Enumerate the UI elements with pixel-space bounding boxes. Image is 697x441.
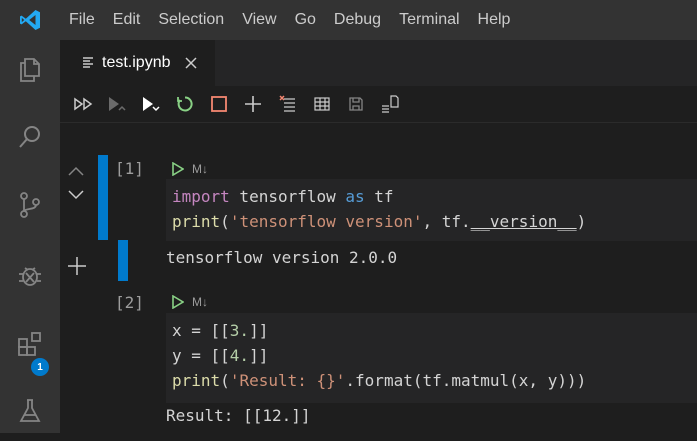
menu-bar: File Edit Selection View Go Debug Termin… [0, 0, 697, 40]
extensions-icon[interactable]: 1 [0, 314, 60, 376]
run-below-icon[interactable] [136, 90, 164, 118]
vscode-logo-icon [0, 0, 60, 40]
markdown-toggle[interactable]: M↓ [192, 295, 208, 309]
tab-title: test.ipynb [102, 54, 171, 71]
restart-kernel-icon[interactable] [171, 90, 199, 118]
cell-output: Result: [[12.]] [166, 406, 311, 425]
flask-icon[interactable] [0, 381, 60, 441]
menu-file[interactable]: File [60, 0, 104, 40]
run-above-icon[interactable] [102, 90, 130, 118]
variables-icon[interactable] [308, 90, 336, 118]
run-all-icon[interactable] [69, 90, 97, 118]
cell-output: tensorflow version 2.0.0 [166, 248, 398, 267]
run-cell-icon[interactable] [172, 295, 184, 309]
code-cell[interactable]: import tensorflow as tf print('tensorflow… [166, 179, 697, 241]
menu-go[interactable]: Go [286, 0, 325, 40]
tab-test-ipynb[interactable]: test.ipynb [60, 40, 215, 86]
notebook-toolbar [60, 86, 697, 123]
code-line: print('Result: {}'.format(tf.matmul(x, y… [172, 371, 587, 390]
notebook-area: [1] M↓ import tensorflow as tf print('ten… [60, 123, 697, 433]
run-cell-icon[interactable] [172, 162, 184, 176]
menu-selection[interactable]: Selection [149, 0, 233, 40]
code-line: y = [[4.]] [172, 346, 269, 365]
add-cell-icon[interactable] [239, 90, 267, 118]
code-line: print('tensorflow version', tf.__version… [172, 212, 587, 231]
clear-outputs-icon[interactable] [274, 90, 302, 118]
execution-count: [2] [115, 293, 144, 312]
menu-view[interactable]: View [233, 0, 285, 40]
cell-down-chevron-icon[interactable] [68, 185, 84, 204]
cell-selection-bar [98, 155, 108, 240]
file-lines-icon [82, 56, 94, 70]
activity-bar: 1 [0, 40, 60, 433]
output-selection-bar [118, 240, 128, 281]
menu-debug[interactable]: Debug [325, 0, 390, 40]
execution-count: [1] [115, 159, 144, 178]
menu-terminal[interactable]: Terminal [390, 0, 468, 40]
cell-toolbar: M↓ [166, 291, 208, 313]
code-line: import tensorflow as tf [172, 187, 394, 206]
menu-edit[interactable]: Edit [104, 0, 150, 40]
close-icon[interactable] [184, 56, 198, 70]
add-cell-plus-icon[interactable] [67, 256, 87, 280]
code-cell[interactable]: x = [[3.]] y = [[4.]] print('Result: {}'.f… [166, 313, 697, 403]
debug-icon[interactable] [0, 245, 60, 305]
code-line: x = [[3.]] [172, 321, 269, 340]
export-icon[interactable] [376, 90, 404, 118]
source-control-icon[interactable] [0, 175, 60, 235]
search-icon[interactable] [0, 107, 60, 167]
cell-toolbar: M↓ [166, 159, 208, 179]
extensions-badge: 1 [31, 358, 49, 376]
save-icon[interactable] [342, 90, 370, 118]
markdown-toggle[interactable]: M↓ [192, 162, 208, 176]
tab-bar: test.ipynb [60, 40, 697, 86]
interrupt-icon[interactable] [205, 90, 233, 118]
explorer-icon[interactable] [0, 40, 60, 100]
cell-up-chevron-icon[interactable] [68, 161, 84, 180]
menu-help[interactable]: Help [469, 0, 520, 40]
